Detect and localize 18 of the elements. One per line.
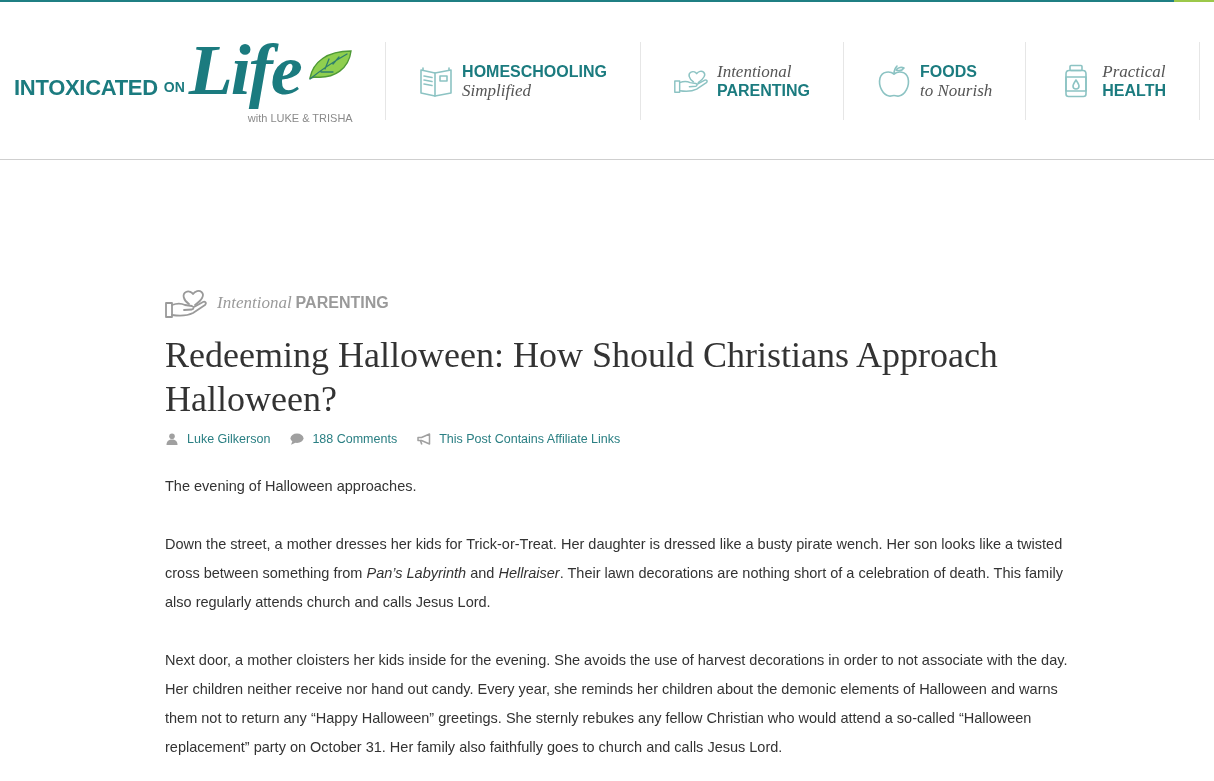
megaphone-icon (417, 433, 432, 445)
hand-heart-icon (165, 288, 207, 318)
apple-icon (877, 63, 911, 98)
site-logo[interactable]: INTOXICATED ON Life with LUKE & TRISHA (14, 34, 353, 127)
comments-link[interactable]: 188 Comments (312, 429, 398, 449)
body-paragraph: The evening of Halloween approaches. (165, 477, 418, 496)
body-paragraph: Next door, a mother cloisters her kids inside for the evening. She avoids the use of harvest decorations in order to not associate with the day. Her children neither receive nor hand out candy. Every year, she reminds her children about the demonic elements of Halloween and warns them not to return any “Happy Halloween” greetings. She sternly rebukes any fellow Christian who would attend a so-called “Halloween replacement” party on October 31. Her family also faithfully goes to church and calls Jesus Lord. (165, 651, 1069, 757)
author-link[interactable]: Luke Gilkerson (187, 429, 271, 449)
nav-link[interactable]: Practical HEALTH (1025, 41, 1200, 120)
speech-bubble-icon (290, 433, 305, 445)
nav-link[interactable]: HOMESCHOOLING Simplified (385, 41, 640, 120)
person-icon (165, 433, 179, 445)
nav-link[interactable]: FOODS to Nourish (843, 41, 1026, 120)
body-paragraph: Down the street, a mother dresses her kids for Trick-or-Treat. Her daughter is dressed like a busty pirate wench. Her son looks like a twisted cross between something from Pan’s Labyrinth and Hellraiser. Their lawn decorations are nothing short of a celebration of death. This family also regularly attends church and calls Jesus Lord. (165, 535, 1064, 612)
affiliate-link[interactable]: This Post Contains Affiliate Links (439, 429, 621, 449)
article-title: Redeeming Halloween: How Should Christians Approach Halloween? (165, 334, 999, 421)
nav-link[interactable]: Intentional PARENTING (639, 41, 843, 120)
category-link[interactable]: Intentional PARENTING (165, 288, 389, 318)
